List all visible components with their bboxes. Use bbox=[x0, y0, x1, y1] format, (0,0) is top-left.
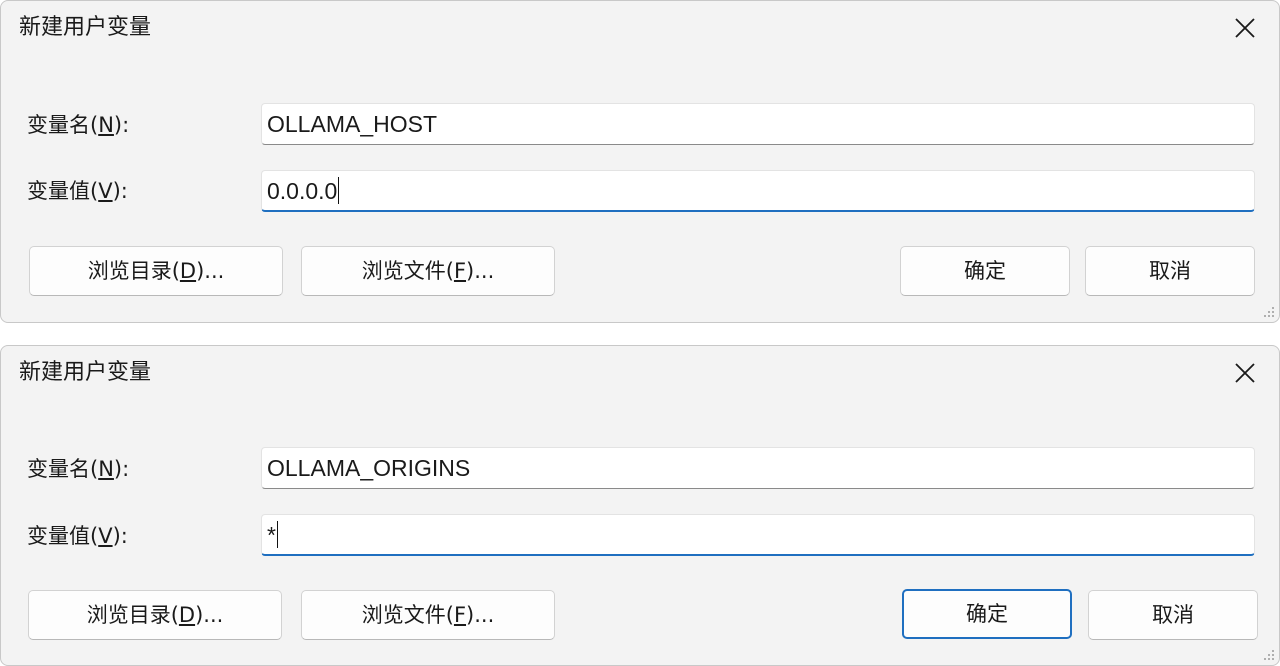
close-button[interactable] bbox=[1225, 356, 1265, 392]
variable-value-label: 变量值(V): bbox=[27, 524, 128, 548]
close-icon bbox=[1235, 363, 1255, 383]
browse-directory-button[interactable]: 浏览目录(D)... bbox=[28, 590, 282, 640]
variable-value-input[interactable]: 0.0.0.0 bbox=[261, 170, 1255, 212]
title-bar[interactable]: 新建用户变量 bbox=[1, 346, 1279, 402]
browse-file-button[interactable]: 浏览文件(F)... bbox=[301, 246, 555, 296]
ok-button[interactable]: 确定 bbox=[902, 589, 1072, 639]
dialog-title: 新建用户变量 bbox=[19, 360, 152, 385]
ok-button[interactable]: 确定 bbox=[900, 246, 1070, 296]
close-icon bbox=[1235, 18, 1255, 38]
variable-name-input[interactable]: OLLAMA_HOST bbox=[261, 103, 1255, 145]
variable-value-input[interactable]: * bbox=[261, 514, 1255, 556]
variable-name-input[interactable]: OLLAMA_ORIGINS bbox=[261, 447, 1255, 489]
title-bar[interactable]: 新建用户变量 bbox=[1, 1, 1279, 57]
browse-file-button[interactable]: 浏览文件(F)... bbox=[301, 590, 555, 640]
variable-value-label: 变量值(V): bbox=[27, 179, 128, 203]
new-user-variable-dialog-2: 新建用户变量 变量名(N): OLLAMA_ORIGINS 变量值(V): * … bbox=[0, 345, 1280, 666]
cancel-button[interactable]: 取消 bbox=[1088, 590, 1258, 640]
new-user-variable-dialog-1: 新建用户变量 变量名(N): OLLAMA_HOST 变量值(V): 0.0.0… bbox=[0, 0, 1280, 323]
text-caret bbox=[338, 177, 340, 204]
dialog-title: 新建用户变量 bbox=[19, 15, 152, 40]
resize-grip-icon[interactable] bbox=[1263, 306, 1275, 318]
cancel-button[interactable]: 取消 bbox=[1085, 246, 1255, 296]
text-caret bbox=[276, 521, 278, 548]
variable-name-label: 变量名(N): bbox=[27, 457, 130, 481]
variable-name-label: 变量名(N): bbox=[27, 113, 130, 137]
resize-grip-icon[interactable] bbox=[1263, 649, 1275, 661]
browse-directory-button[interactable]: 浏览目录(D)... bbox=[29, 246, 283, 296]
close-button[interactable] bbox=[1225, 11, 1265, 47]
